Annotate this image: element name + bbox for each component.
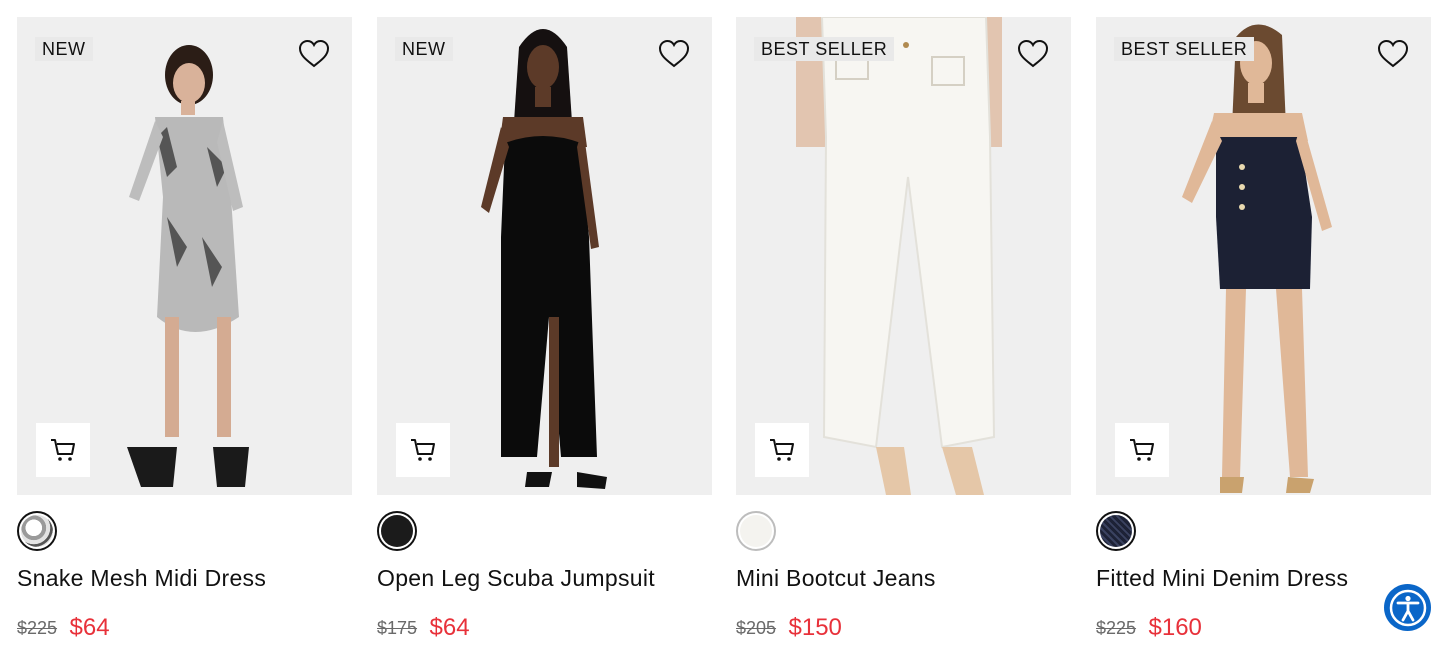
color-swatch[interactable] [736,511,776,551]
product-card: BEST SELLER Fitted Mini Denim Dress $225… [1096,17,1431,645]
heart-outline-icon[interactable] [1377,39,1409,69]
add-to-cart-button[interactable] [755,423,809,477]
swatch-fill [381,515,413,547]
price-group: $175 $64 [377,614,470,642]
original-price: $205 [736,617,777,638]
heart-outline-icon[interactable] [1017,39,1049,69]
product-name[interactable]: Open Leg Scuba Jumpsuit [377,565,655,592]
price-group: $225 $160 [1096,614,1202,642]
price-group: $225 $64 [17,614,110,642]
sale-price: $150 [788,614,842,641]
shopping-cart-icon [411,439,435,461]
heart-outline-icon[interactable] [298,39,330,69]
product-card: NEW Open Leg Scuba Jumpsuit $175 $64 [377,17,712,645]
product-image[interactable]: BEST SELLER [736,17,1071,495]
product-name[interactable]: Mini Bootcut Jeans [736,565,936,592]
color-swatch[interactable] [17,511,57,551]
product-image[interactable]: NEW [377,17,712,495]
accessibility-person-icon [1389,589,1426,626]
color-swatch[interactable] [1096,511,1136,551]
product-card: NEW Snake Mesh Midi Dress $225 $64 [17,17,352,645]
sale-price: $160 [1148,614,1202,641]
product-name[interactable]: Fitted Mini Denim Dress [1096,565,1348,592]
original-price: $225 [1096,617,1137,638]
shopping-cart-icon [770,439,794,461]
swatch-fill [21,515,53,547]
product-badge: BEST SELLER [754,37,895,61]
product-badge: NEW [395,37,453,61]
add-to-cart-button[interactable] [1115,423,1169,477]
product-card: BEST SELLER Mini Bootcut Jeans $205 $150 [736,17,1071,645]
heart-outline-icon[interactable] [658,39,690,69]
add-to-cart-button[interactable] [396,423,450,477]
sale-price: $64 [429,614,470,641]
shopping-cart-icon [51,439,75,461]
swatch-fill [1100,515,1132,547]
product-image[interactable]: BEST SELLER [1096,17,1431,495]
add-to-cart-button[interactable] [36,423,90,477]
original-price: $225 [17,617,58,638]
accessibility-button[interactable] [1384,584,1431,631]
color-swatch[interactable] [377,511,417,551]
product-badge: NEW [35,37,93,61]
product-badge: BEST SELLER [1114,37,1255,61]
product-image[interactable]: NEW [17,17,352,495]
sale-price: $64 [69,614,110,641]
swatch-fill [740,515,772,547]
original-price: $175 [377,617,418,638]
price-group: $205 $150 [736,614,842,642]
product-name[interactable]: Snake Mesh Midi Dress [17,565,266,592]
shopping-cart-icon [1130,439,1154,461]
product-grid: NEW Snake Mesh Midi Dress $225 $64 NEW O… [17,17,1431,645]
